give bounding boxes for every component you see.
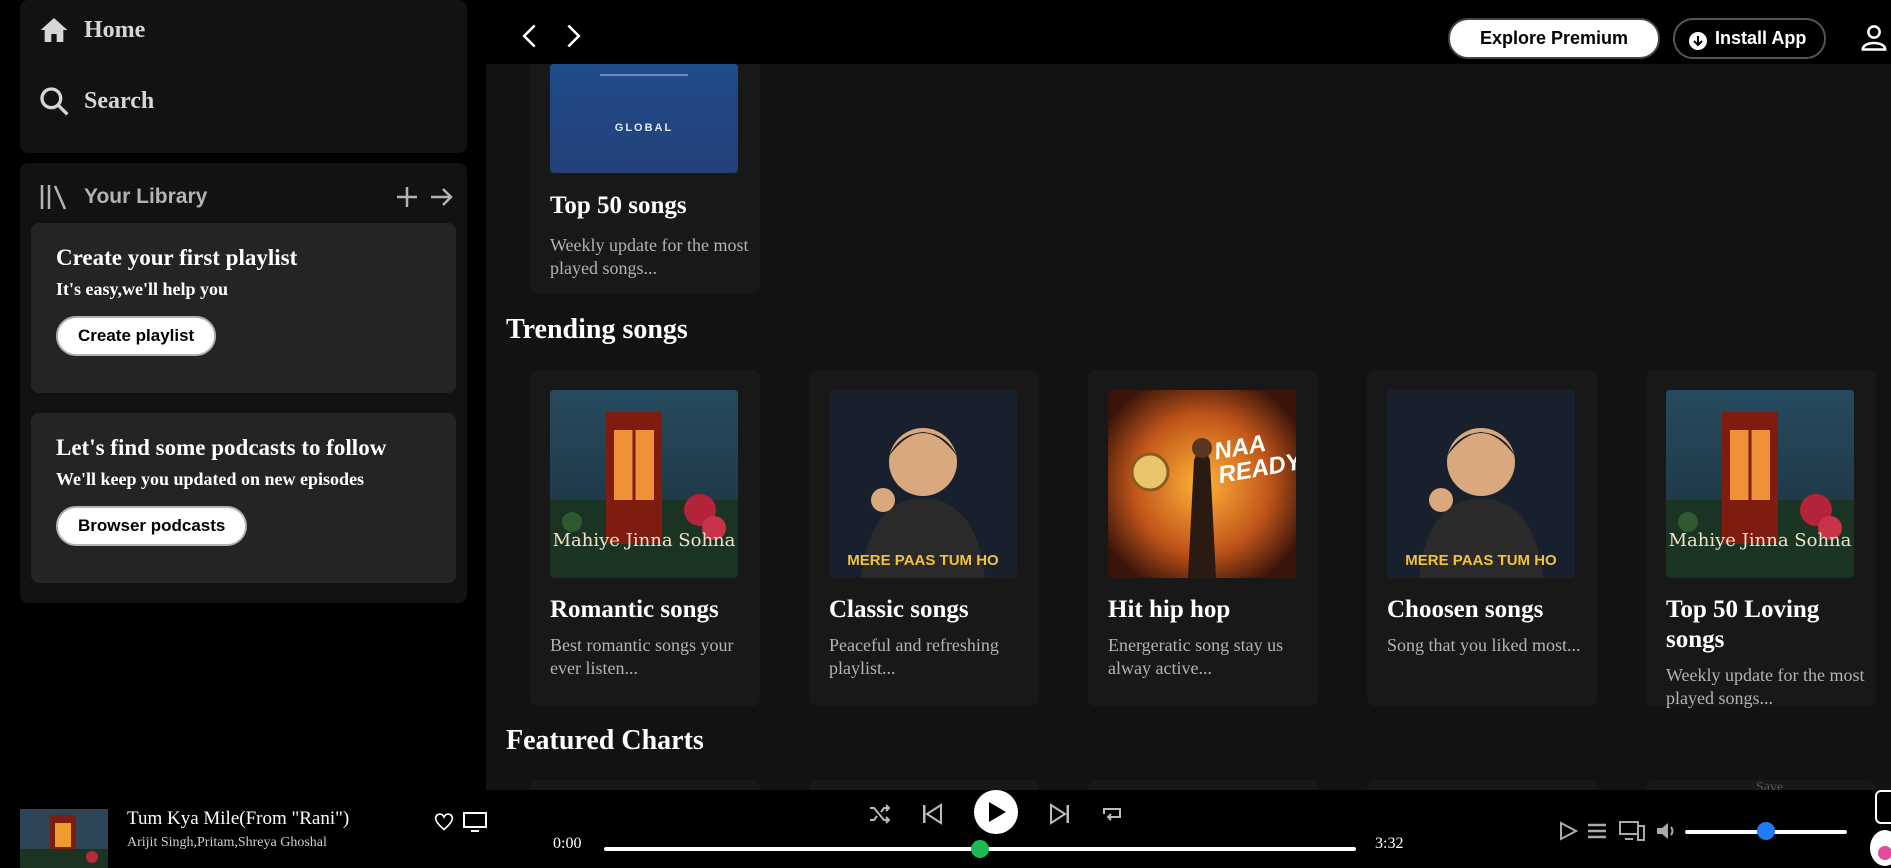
search-icon [40, 87, 69, 116]
cover-label: MERE PAAS TUM HO [847, 552, 999, 569]
card-description: Song that you liked most... [1387, 635, 1581, 655]
top-bar: Explore Premium Install App [486, 0, 1891, 64]
cover-label: MERE PAAS TUM HO [1405, 552, 1557, 569]
side-widget-avatar[interactable] [1870, 830, 1891, 866]
trending-card[interactable]: MERE PAAS TUM HO Choosen songs Song that y… [1367, 370, 1597, 706]
save-text: Save [1756, 780, 1784, 790]
now-playing-artist[interactable]: Arijit Singh,Pritam,Shreya Ghoshal [127, 835, 327, 851]
browse-podcasts-button[interactable]: Browser podcasts [56, 506, 248, 546]
featured-card[interactable] [809, 780, 1039, 790]
heart-icon[interactable] [434, 812, 454, 832]
chevron-right-icon[interactable] [559, 18, 587, 54]
global-cover: GLOBAL [550, 64, 738, 173]
card-title: Classic songs [829, 596, 969, 623]
trending-card[interactable]: MERE PAAS TUM HO Classic songs Peaceful an… [809, 370, 1039, 706]
featured-card[interactable] [530, 780, 760, 790]
cover-label: Mahiye Jinna Sohna [1668, 530, 1852, 551]
card-description: Energeratic song stay us alway active... [1108, 635, 1284, 678]
trending-cover: Mahiye Jinna Sohna [550, 390, 738, 578]
download-icon [1689, 32, 1707, 50]
card-description: Weekly update for the most played songs.… [550, 235, 749, 278]
sidebar-item-label: Home [84, 16, 146, 43]
previous-icon[interactable] [920, 802, 944, 826]
sidebar-item-home[interactable]: Home [38, 14, 145, 46]
library-title[interactable]: Your Library [84, 185, 207, 209]
card-title: Create your first playlist [56, 245, 298, 270]
now-playing-view-icon[interactable] [1558, 821, 1578, 841]
card-title: Hit hip hop [1108, 596, 1231, 623]
cover-label: GLOBAL [614, 122, 674, 134]
sidebar-item-label: Search [84, 87, 155, 114]
user-icon[interactable] [1859, 22, 1889, 52]
volume-handle[interactable] [1757, 822, 1775, 840]
library-header: Your Library [38, 179, 453, 215]
plus-icon[interactable] [395, 185, 419, 209]
top-50-card[interactable]: GLOBAL Top 50 songs Weekly update for th… [530, 40, 760, 293]
card-description: Weekly update for the most played songs.… [1666, 665, 1865, 708]
podcasts-card: Let's find some podcasts to follow We'll… [31, 413, 456, 583]
card-subtitle: It's easy,we'll help you [56, 279, 229, 299]
trending-card[interactable]: Mahiye Jinna Sohna Romantic songs Best rom… [530, 370, 760, 706]
play-button[interactable] [974, 790, 1018, 834]
library-panel: Your Library Create your first playlist … [20, 163, 467, 603]
install-app-label: Install App [1715, 28, 1807, 48]
progress-handle[interactable] [971, 840, 989, 858]
arrow-right-icon[interactable] [429, 185, 453, 209]
card-title: Top 50 Loving songs [1666, 596, 1820, 653]
shuffle-icon[interactable] [868, 802, 892, 826]
progress-bar[interactable] [604, 840, 1356, 858]
card-title: Choosen songs [1387, 596, 1544, 623]
total-time: 3:32 [1375, 835, 1404, 852]
current-time: 0:00 [553, 835, 582, 852]
volume-icon[interactable] [1655, 820, 1677, 842]
cover-label: Mahiye Jinna Sohna [552, 530, 736, 551]
main-content: GLOBAL Top 50 songs Weekly update for th… [486, 0, 1891, 790]
card-title: Romantic songs [550, 596, 719, 623]
trending-card[interactable]: Mahiye Jinna Sohna Top 50 Loving songs Wee… [1646, 370, 1876, 708]
trending-cover: MERE PAAS TUM HO [829, 390, 1017, 578]
section-title-trending: Trending songs [506, 314, 688, 345]
next-icon[interactable] [1048, 802, 1072, 826]
card-description: Best romantic songs your ever listen... [550, 635, 734, 678]
create-playlist-button[interactable]: Create playlist [56, 316, 217, 356]
play-icon [989, 802, 1006, 822]
trending-cover: MERE PAAS TUM HO [1387, 390, 1575, 578]
now-playing-cover [20, 809, 108, 868]
queue-icon[interactable] [1586, 821, 1608, 841]
now-playing-title[interactable]: Tum Kya Mile(From "Rani") [127, 808, 349, 830]
featured-card[interactable]: Save [1646, 780, 1876, 790]
devices-icon[interactable] [1618, 820, 1646, 842]
screen-icon[interactable] [463, 812, 487, 832]
explore-premium-button[interactable]: Explore Premium [1448, 18, 1661, 59]
install-app-button[interactable]: Install App [1673, 18, 1827, 59]
card-title: Top 50 songs [550, 192, 687, 219]
library-icon[interactable] [38, 181, 70, 213]
volume-slider[interactable] [1685, 822, 1847, 840]
sidebar-nav: Home Search [20, 0, 467, 153]
trending-cover: NAA READY [1108, 390, 1296, 578]
section-title-featured: Featured Charts [506, 725, 704, 756]
trending-cover: Mahiye Jinna Sohna [1666, 390, 1854, 578]
home-icon [40, 18, 68, 42]
sidebar-item-search[interactable]: Search [38, 85, 154, 117]
card-subtitle: We'll keep you updated on new episodes [56, 469, 365, 489]
player-bar: Tum Kya Mile(From "Rani") Arijit Singh,P… [0, 790, 1891, 868]
trending-card[interactable]: NAA READY Hit hip hop Energeratic song sta… [1088, 370, 1318, 706]
create-playlist-card: Create your first playlist It's easy,we'… [31, 223, 456, 393]
side-widget[interactable] [1875, 790, 1891, 824]
chevron-left-icon[interactable] [516, 18, 544, 54]
featured-card[interactable] [1367, 780, 1597, 790]
featured-card[interactable] [1088, 780, 1318, 790]
card-description: Peaceful and refreshing playlist... [829, 635, 999, 678]
repeat-icon[interactable] [1100, 802, 1124, 826]
card-title: Let's find some podcasts to follow [56, 435, 387, 460]
